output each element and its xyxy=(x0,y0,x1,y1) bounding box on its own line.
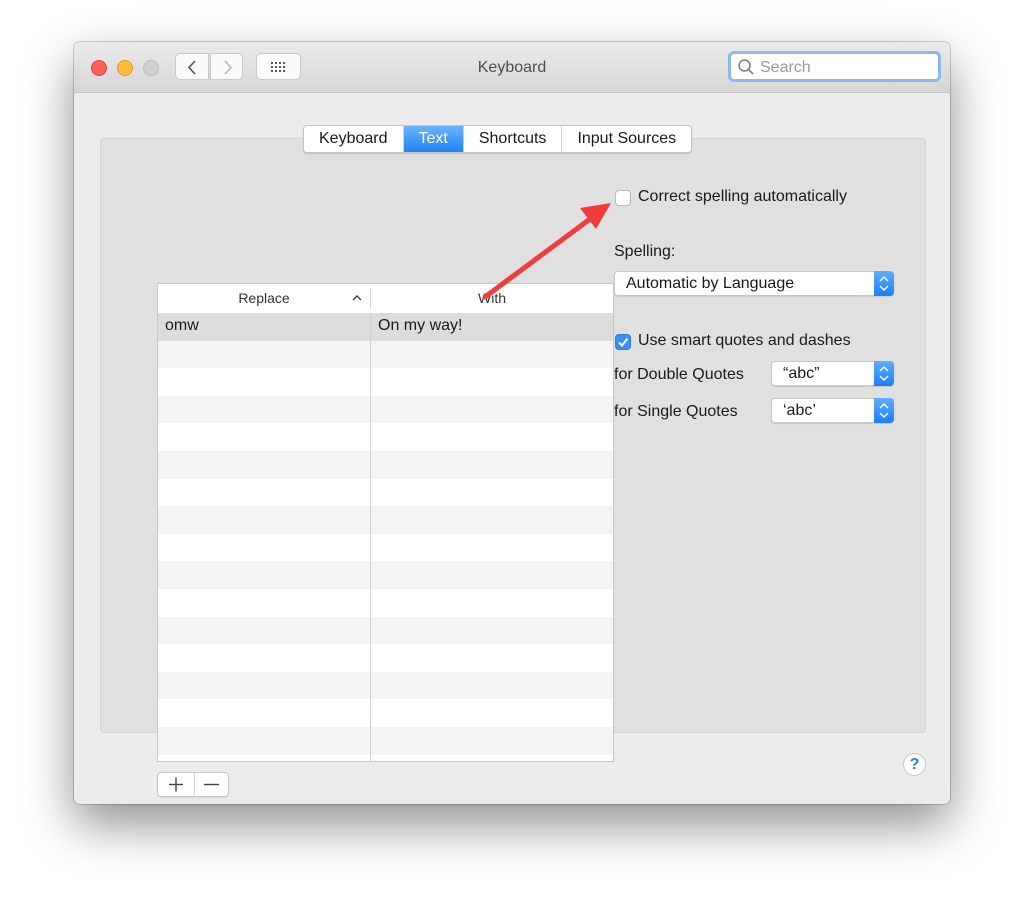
table-row[interactable]: omw On my way! xyxy=(158,313,613,341)
sort-ascending-icon xyxy=(352,295,362,301)
search-icon xyxy=(738,59,754,75)
empty-row xyxy=(158,699,613,727)
table-rows: omw On my way! xyxy=(158,313,613,761)
spelling-select[interactable]: Automatic by Language xyxy=(614,271,894,296)
empty-row xyxy=(158,616,613,645)
tab-content-panel: Replace With omw On my way! Correct spel… xyxy=(100,138,926,797)
help-button[interactable]: ? xyxy=(903,753,926,776)
double-quotes-label: for Double Quotes xyxy=(614,366,744,383)
empty-row xyxy=(158,588,613,617)
replace-cell: omw xyxy=(165,317,199,334)
smart-quotes-checkbox[interactable] xyxy=(615,334,631,350)
double-quotes-value: “abc” xyxy=(783,365,820,382)
empty-row xyxy=(158,368,613,396)
empty-row xyxy=(158,671,613,700)
spelling-select-value: Automatic by Language xyxy=(626,275,795,292)
remove-button[interactable] xyxy=(194,773,230,796)
search-field[interactable] xyxy=(728,51,941,82)
empty-row xyxy=(158,450,613,479)
up-down-chevron-icon xyxy=(879,276,889,291)
empty-row xyxy=(158,644,613,672)
single-quotes-select[interactable]: ‘abc’ xyxy=(771,398,894,423)
plus-icon xyxy=(169,777,183,792)
empty-row xyxy=(158,478,613,507)
tab-input-sources[interactable]: Input Sources xyxy=(562,126,691,152)
keyboard-preferences-window: Keyboard Replace With omw On my way! xyxy=(74,42,950,804)
double-quotes-select[interactable]: “abc” xyxy=(771,361,894,386)
spelling-label: Spelling: xyxy=(614,243,676,260)
tab-text[interactable]: Text xyxy=(403,126,464,152)
checkmark-icon xyxy=(618,337,629,348)
column-header-with[interactable]: With xyxy=(371,284,613,313)
empty-row xyxy=(158,726,613,755)
empty-row xyxy=(158,423,613,451)
minus-icon xyxy=(204,783,219,786)
empty-row xyxy=(158,533,613,562)
up-down-chevron-icon xyxy=(879,403,889,418)
correct-spelling-label[interactable]: Correct spelling automatically xyxy=(638,188,847,206)
with-cell: On my way! xyxy=(378,317,463,334)
select-stepper xyxy=(874,398,894,423)
empty-row xyxy=(158,754,613,761)
empty-row xyxy=(158,340,613,369)
table-header: Replace With xyxy=(158,284,613,314)
text-replacement-table[interactable]: Replace With omw On my way! xyxy=(157,283,614,762)
add-button[interactable] xyxy=(158,773,195,796)
tab-keyboard[interactable]: Keyboard xyxy=(304,126,404,152)
empty-row xyxy=(158,395,613,424)
empty-row xyxy=(158,561,613,589)
select-stepper xyxy=(874,271,894,296)
tab-bar: Keyboard Text Shortcuts Input Sources xyxy=(303,125,693,153)
tab-shortcuts[interactable]: Shortcuts xyxy=(464,126,563,152)
single-quotes-value: ‘abc’ xyxy=(783,402,816,419)
smart-quotes-label[interactable]: Use smart quotes and dashes xyxy=(638,332,851,350)
add-remove-control xyxy=(157,772,229,797)
column-separator xyxy=(370,313,371,761)
search-input[interactable] xyxy=(758,56,932,80)
up-down-chevron-icon xyxy=(879,366,889,381)
single-quotes-label: for Single Quotes xyxy=(614,403,738,420)
select-stepper xyxy=(874,361,894,386)
title-bar: Keyboard xyxy=(74,42,950,93)
column-header-replace[interactable]: Replace xyxy=(158,284,370,313)
empty-row xyxy=(158,506,613,534)
correct-spelling-checkbox[interactable] xyxy=(615,190,631,206)
